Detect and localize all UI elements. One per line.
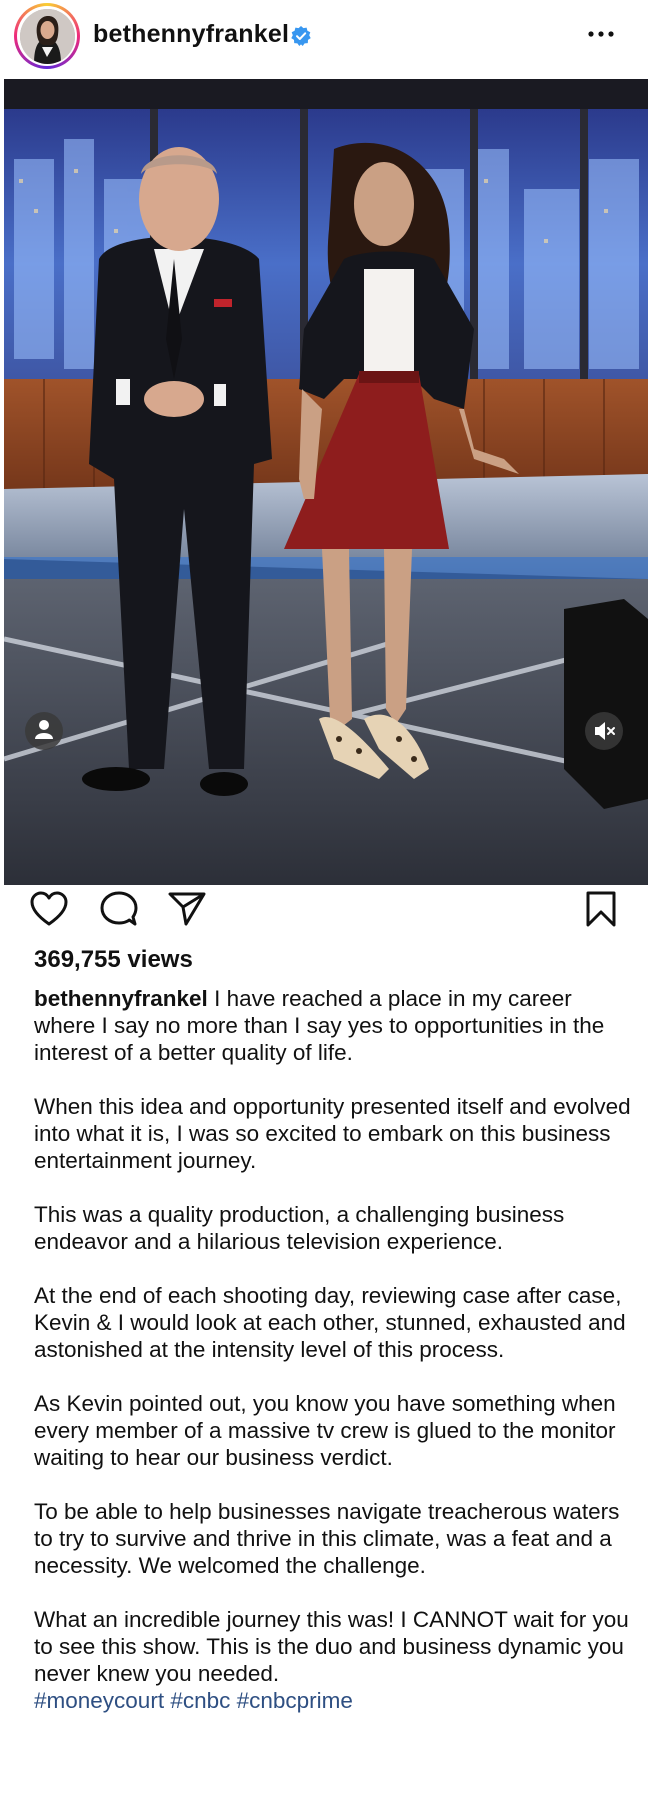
- caption-paragraph: This was a quality production, a challen…: [34, 1202, 565, 1254]
- post-video[interactable]: [4, 79, 648, 885]
- caption-paragraph: bethennyfrankel I have reached a place i…: [34, 985, 634, 1066]
- caption-paragraph: When this idea and opportunity presented…: [34, 1094, 631, 1173]
- profile-avatar[interactable]: [14, 3, 80, 69]
- caption-paragraph: As Kevin pointed out, you know you have …: [34, 1391, 616, 1470]
- username[interactable]: bethennyfrankel: [93, 20, 289, 49]
- bookmark-icon[interactable]: [585, 890, 617, 928]
- caption-paragraph: What an incredible journey this was! I C…: [34, 1606, 634, 1714]
- caption-username[interactable]: bethennyfrankel: [34, 986, 208, 1011]
- action-bar: [0, 885, 652, 945]
- post-header: bethennyfrankel: [0, 0, 652, 79]
- paper-plane-icon[interactable]: [168, 891, 206, 927]
- caption-paragraph: To be able to help businesses navigate t…: [34, 1499, 620, 1578]
- more-horizontal-icon[interactable]: [586, 24, 616, 44]
- user-tag-button: [25, 712, 63, 750]
- caption-last-text: What an incredible journey this was! I C…: [34, 1607, 629, 1686]
- heart-icon[interactable]: [30, 891, 68, 927]
- verified-badge-icon: [291, 26, 311, 46]
- mute-button: [585, 712, 623, 750]
- comment-icon[interactable]: [100, 891, 138, 927]
- hashtags-link[interactable]: #moneycourt #cnbc #cnbcprime: [34, 1688, 353, 1713]
- post-caption: bethennyfrankel I have reached a place i…: [34, 985, 634, 1714]
- caption-paragraph: At the end of each shooting day, reviewi…: [34, 1283, 626, 1362]
- view-count[interactable]: 369,755 views: [34, 946, 193, 974]
